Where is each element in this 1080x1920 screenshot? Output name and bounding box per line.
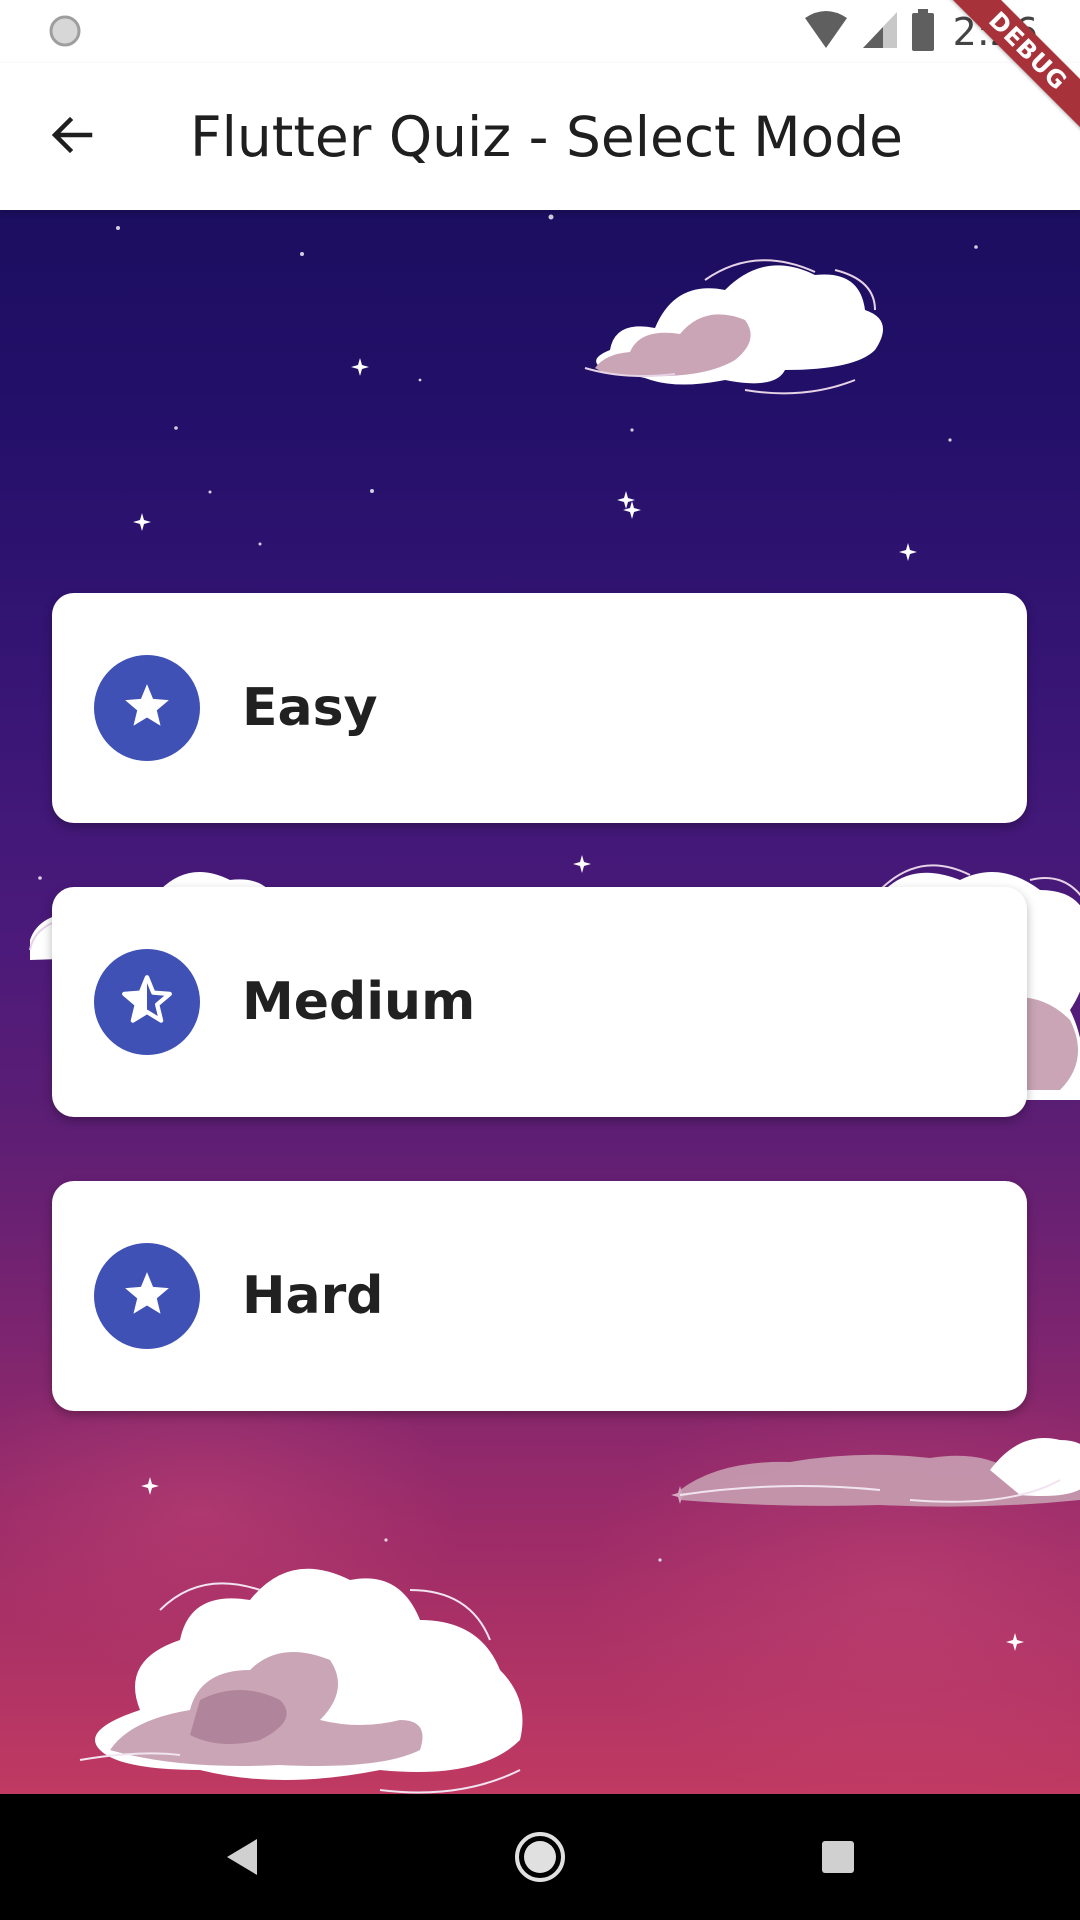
mode-icon-avatar — [94, 1243, 200, 1349]
nav-recents-button[interactable] — [803, 1824, 873, 1894]
mode-card-medium[interactable]: Medium — [52, 887, 1027, 1117]
app-bar: Flutter Quiz - Select Mode — [0, 63, 1080, 210]
nav-home-button[interactable] — [505, 1824, 575, 1894]
status-bar: 2:26 — [0, 0, 1080, 63]
mode-label: Easy — [242, 678, 378, 738]
system-navigation-bar — [0, 1794, 1080, 1920]
mode-label: Medium — [242, 972, 476, 1032]
cellular-signal-icon — [861, 10, 899, 55]
battery-icon — [911, 8, 935, 56]
page-title: Flutter Quiz - Select Mode — [190, 105, 903, 169]
mode-card-easy[interactable]: Easy — [52, 593, 1027, 823]
star-icon — [122, 1270, 172, 1323]
star-icon — [122, 682, 172, 735]
arrow-back-icon — [48, 111, 96, 164]
recents-square-icon — [819, 1838, 857, 1881]
wifi-icon — [803, 10, 849, 55]
mode-label: Hard — [242, 1266, 384, 1326]
mode-card-hard[interactable]: Hard — [52, 1181, 1027, 1411]
cloud-top — [584, 259, 883, 395]
sync-icon — [48, 14, 82, 48]
home-circle-icon — [513, 1830, 567, 1889]
mode-icon-avatar — [94, 949, 200, 1055]
nav-back-button[interactable] — [206, 1824, 276, 1894]
star-half-icon — [121, 974, 173, 1030]
mode-icon-avatar — [94, 655, 200, 761]
back-triangle-icon — [221, 1835, 261, 1884]
back-button[interactable] — [36, 101, 108, 173]
